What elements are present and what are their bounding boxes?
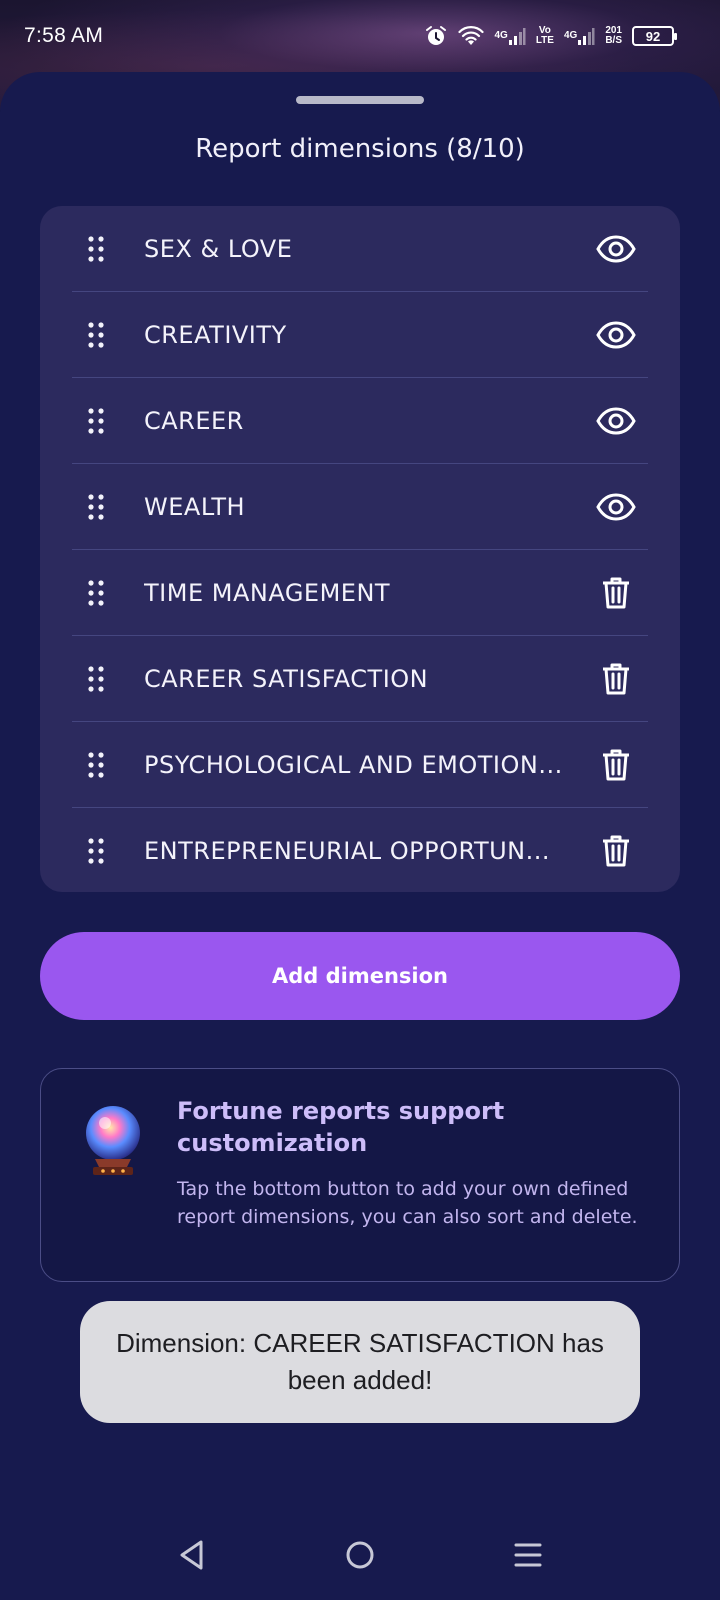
dimension-row[interactable]: WEALTH <box>72 464 648 550</box>
trash-icon[interactable] <box>578 748 648 782</box>
navigation-bar <box>0 1510 720 1600</box>
status-time: 7:58 AM <box>24 24 104 47</box>
dimension-row[interactable]: TIME MANAGEMENT <box>72 550 648 636</box>
volte-icon: Vo LTE <box>536 26 554 46</box>
dimension-label: CAREER SATISFACTION <box>144 664 429 693</box>
data-speed: 201 B/S <box>605 26 622 46</box>
drag-handle-icon[interactable] <box>72 837 144 865</box>
drag-handle-icon[interactable] <box>72 665 144 693</box>
signal-1-icon: 4G <box>494 26 526 46</box>
drag-handle-icon[interactable] <box>72 321 144 349</box>
dimension-label: CAREER <box>144 406 244 435</box>
info-card: Fortune reports support customization Ta… <box>40 1068 680 1282</box>
dimension-label: CREATIVITY <box>144 320 287 349</box>
dimension-list: SEX & LOVE CREATIVITY CAREER WEALTH TIME… <box>40 206 680 892</box>
dimension-label: PSYCHOLOGICAL AND EMOTION... <box>144 750 563 779</box>
back-icon[interactable] <box>162 1525 222 1585</box>
drag-handle-icon[interactable] <box>72 235 144 263</box>
status-bar: 7:58 AM 4G Vo LTE 4G 201 B/S 92 <box>0 0 720 72</box>
dimension-label: ENTREPRENEURIAL OPPORTUN... <box>144 837 551 865</box>
crystal-ball-icon <box>81 1103 145 1181</box>
trash-icon[interactable] <box>578 834 648 868</box>
signal-2-icon: 4G <box>564 26 595 46</box>
dimension-row[interactable]: CREATIVITY <box>72 292 648 378</box>
network-type-1: 4G <box>494 30 508 41</box>
drag-handle-icon[interactable] <box>72 579 144 607</box>
info-title: Fortune reports support customization <box>177 1097 505 1157</box>
drag-handle-icon[interactable] <box>72 751 144 779</box>
add-dimension-button[interactable]: Add dimension <box>40 932 680 1020</box>
dimension-label: WEALTH <box>144 492 246 521</box>
eye-icon[interactable] <box>578 492 648 522</box>
drag-handle-icon[interactable] <box>72 493 144 521</box>
sheet-drag-handle[interactable] <box>296 96 424 104</box>
info-body: Tap the bottom button to add your own de… <box>177 1178 638 1228</box>
battery-icon: 92 <box>632 26 677 46</box>
trash-icon[interactable] <box>578 662 648 696</box>
toast-message: Dimension: CAREER SATISFACTION has been … <box>80 1301 640 1423</box>
dimension-row[interactable]: SEX & LOVE <box>72 206 648 292</box>
battery-level: 92 <box>645 28 661 44</box>
data-speed-unit: B/S <box>605 35 622 46</box>
sheet-title: Report dimensions (8/10) <box>195 134 525 164</box>
network-type-2: 4G <box>563 30 578 41</box>
status-icons: 4G Vo LTE 4G 201 B/S 92 <box>424 24 677 48</box>
dimension-row[interactable]: CAREER SATISFACTION <box>72 636 648 722</box>
dimension-row[interactable]: CAREER <box>72 378 648 464</box>
dimension-label: TIME MANAGEMENT <box>144 578 391 607</box>
eye-icon[interactable] <box>578 320 648 350</box>
home-icon[interactable] <box>330 1525 390 1585</box>
alarm-icon <box>424 24 448 48</box>
dimension-row[interactable]: ENTREPRENEURIAL OPPORTUN... <box>72 808 648 894</box>
eye-icon[interactable] <box>578 406 648 436</box>
bottom-sheet: Report dimensions (8/10) SEX & LOVE CREA… <box>0 72 720 1600</box>
menu-icon[interactable] <box>498 1525 558 1585</box>
wifi-icon <box>458 25 485 47</box>
trash-icon[interactable] <box>578 576 648 610</box>
volte-bottom: LTE <box>535 35 554 46</box>
eye-icon[interactable] <box>578 234 648 264</box>
dimension-row[interactable]: PSYCHOLOGICAL AND EMOTION... <box>72 722 648 808</box>
drag-handle-icon[interactable] <box>72 407 144 435</box>
dimension-label: SEX & LOVE <box>144 234 293 263</box>
